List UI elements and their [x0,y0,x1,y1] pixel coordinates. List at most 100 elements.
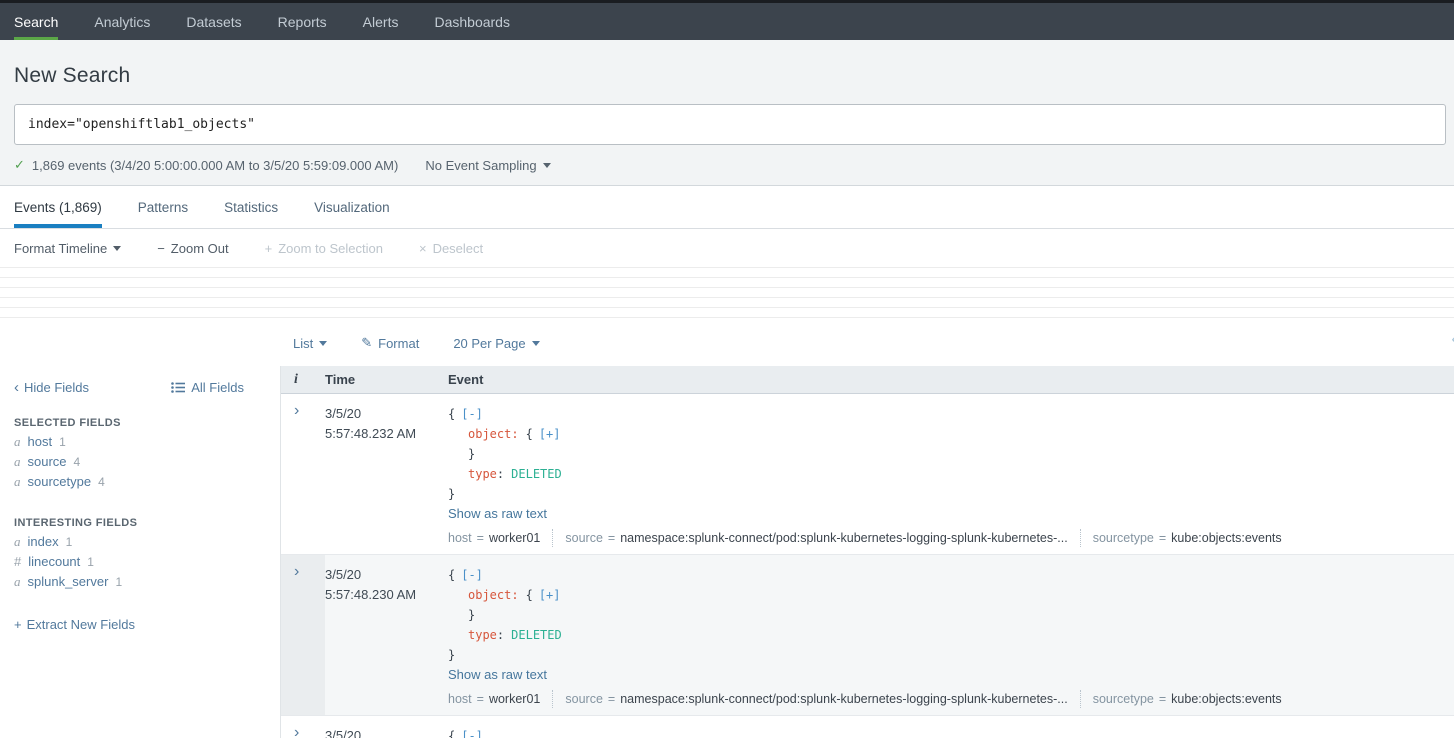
list-view-dropdown[interactable]: List [293,336,327,351]
chevron-left-icon: ‹ [14,381,19,394]
event-time-cell: 3/5/20 5:57:48.230 AM [325,555,448,715]
event-column-header: Event [448,372,1454,387]
list-view-label: List [293,336,313,351]
field-name: index [28,534,59,549]
expand-chevron-icon[interactable]: › [294,724,299,738]
field-type-icon: # [14,554,21,569]
timeline-chart[interactable] [0,267,1454,320]
tab-label: Patterns [138,200,188,215]
event-sampling-dropdown[interactable]: No Event Sampling [425,158,550,173]
field-item-index[interactable]: aindex1 [14,535,280,549]
host-label: host [448,689,472,709]
nav-item-search[interactable]: Search [14,3,58,40]
json-open-brace: { [448,568,455,582]
result-summary: 1,869 events (3/4/20 5:00:00.000 AM to 3… [32,158,398,173]
fields-topbar: ‹ Hide Fields All Fields [14,380,280,395]
nav-item-dashboards[interactable]: Dashboards [434,3,510,40]
field-item-source[interactable]: asource4 [14,455,280,469]
show-raw-text-link[interactable]: Show as raw text [448,665,1454,685]
json-value[interactable]: DELETED [511,467,562,481]
nav-item-label: Alerts [363,14,399,30]
field-count: 1 [66,535,73,549]
chevron-down-icon [113,246,121,251]
tab-patterns[interactable]: Patterns [138,186,188,228]
json-key: type [468,467,497,481]
per-page-dropdown[interactable]: 20 Per Page [453,336,539,351]
json-expand-link[interactable]: [+] [539,588,561,602]
results-tabs: Events (1,869) Patterns Statistics Visua… [0,186,1454,229]
format-timeline-dropdown[interactable]: Format Timeline [14,241,121,256]
host-value[interactable]: worker01 [489,689,540,709]
field-item-host[interactable]: ahost1 [14,435,280,449]
nav-item-datasets[interactable]: Datasets [186,3,241,40]
show-raw-text-link[interactable]: Show as raw text [448,504,1454,524]
host-value[interactable]: worker01 [489,528,540,548]
event-json: {[-] [448,726,1454,738]
json-value[interactable]: DELETED [511,628,562,642]
nav-item-analytics[interactable]: Analytics [94,3,150,40]
sourcetype-label: sourcetype [1093,689,1154,709]
json-open-brace: { [448,407,455,421]
field-item-sourcetype[interactable]: asourcetype4 [14,475,280,489]
json-colon: : [511,427,518,441]
zoom-to-selection-label: Zoom to Selection [278,241,383,256]
event-expand-cell: › [281,716,325,738]
sourcetype-value[interactable]: kube:objects:events [1171,689,1282,709]
hide-fields-button[interactable]: ‹ Hide Fields [14,380,89,395]
source-value[interactable]: namespace:splunk-connect/pod:splunk-kube… [620,689,1067,709]
events-area: i Time Event › 3/5/20 5:57:48.232 AM {[-… [281,366,1454,738]
json-colon: : [497,467,504,481]
tab-statistics[interactable]: Statistics [224,186,278,228]
pencil-icon: ✎ [361,335,372,351]
nav-item-reports[interactable]: Reports [278,3,327,40]
zoom-out-label: Zoom Out [171,241,229,256]
x-icon: × [419,241,427,256]
expand-chevron-icon[interactable]: › [294,402,299,419]
json-key: object [468,427,511,441]
field-count: 1 [87,555,94,569]
equals-sign: = [477,689,484,709]
sourcetype-value[interactable]: kube:objects:events [1171,528,1282,548]
tab-visualization[interactable]: Visualization [314,186,390,228]
source-value[interactable]: namespace:splunk-connect/pod:splunk-kube… [620,528,1067,548]
field-separator [1080,690,1081,708]
equals-sign: = [477,528,484,548]
json-collapse-link[interactable]: [-] [461,729,483,738]
format-button[interactable]: ✎ Format [361,335,419,351]
equals-sign: = [1159,689,1166,709]
fields-sidebar: ‹ Hide Fields All Fields SELECTED FIELDS… [0,366,281,738]
search-query-input[interactable] [14,104,1446,145]
event-date: 3/5/20 [325,565,448,585]
zoom-to-selection-button: + Zoom to Selection [265,241,383,256]
page-title: New Search [14,40,1454,88]
format-label: Format [378,336,419,351]
list-toolbar: List ✎ Format 20 Per Page ‹ [0,320,1454,366]
event-fields-row: host=worker01 source=namespace:splunk-co… [448,689,1454,709]
field-item-linecount[interactable]: #linecount1 [14,555,280,569]
extract-new-fields-link[interactable]: +Extract New Fields [14,617,280,632]
deselect-label: Deselect [433,241,484,256]
time-column-header: Time [325,372,448,387]
json-expand-link[interactable]: [+] [539,427,561,441]
tab-events[interactable]: Events (1,869) [14,186,102,228]
field-count: 1 [115,575,122,589]
field-separator [552,690,553,708]
event-expand-cell: › [281,394,325,554]
json-collapse-link[interactable]: [-] [461,568,483,582]
expand-chevron-icon[interactable]: › [294,563,299,580]
field-item-splunk-server[interactable]: asplunk_server1 [14,575,280,589]
format-timeline-label: Format Timeline [14,241,107,256]
search-bar-wrap [14,104,1442,145]
nav-item-label: Dashboards [434,14,510,30]
events-table-header: i Time Event [281,366,1454,394]
nav-item-label: Analytics [94,14,150,30]
event-cell: {[-] [448,716,1454,738]
all-fields-button[interactable]: All Fields [171,380,244,395]
json-colon: : [497,628,504,642]
json-collapse-link[interactable]: [-] [461,407,483,421]
event-json: {[-] object:{[+] } type:DELETED } [448,404,1454,504]
event-timestamp: 5:57:48.230 AM [325,585,448,605]
zoom-out-button[interactable]: − Zoom Out [157,241,228,256]
host-label: host [448,528,472,548]
nav-item-alerts[interactable]: Alerts [363,3,399,40]
